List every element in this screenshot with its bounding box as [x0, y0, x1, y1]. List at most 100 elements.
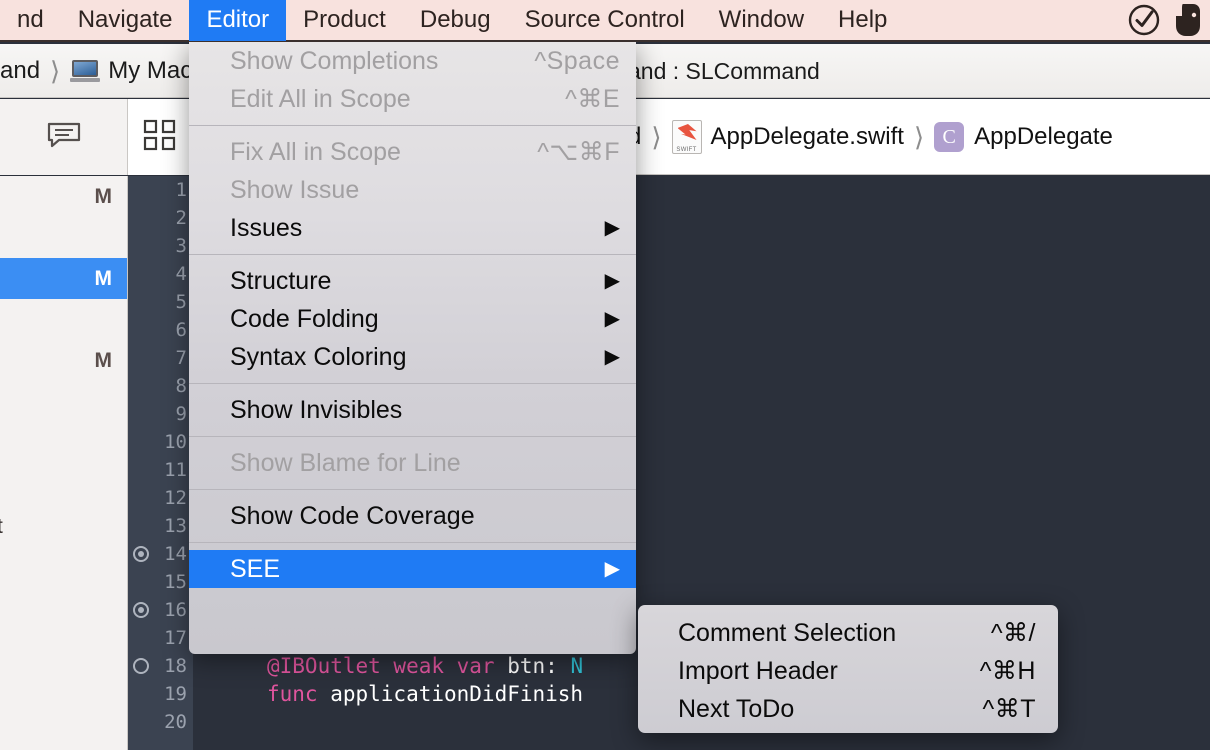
grid-icon[interactable] [143, 119, 177, 156]
menu-item-edit-all-in-scope: Edit All in Scope ^⌘E [189, 80, 636, 118]
scheme-name[interactable]: and [0, 57, 40, 85]
menubar-item-source-control[interactable]: Source Control [508, 0, 702, 41]
menubar-item-debug[interactable]: Debug [403, 0, 508, 41]
navigator-truncated-text: t [0, 515, 3, 539]
gutter-line[interactable]: 2 [128, 204, 193, 232]
gutter-line[interactable]: 5 [128, 288, 193, 316]
menu-separator [189, 383, 636, 384]
gutter-line-number: 11 [164, 459, 187, 481]
menubar-item-nd[interactable]: nd [0, 0, 61, 41]
submenu-item-import-header[interactable]: Import Header ^⌘H [638, 652, 1058, 690]
submenu-item-comment-selection[interactable]: Comment Selection ^⌘/ [638, 614, 1058, 652]
gutter-line[interactable]: 1 [128, 176, 193, 204]
gutter-line[interactable]: 10 [128, 428, 193, 456]
navigator-row[interactable]: M [0, 340, 127, 381]
chevron-right-icon-2: ⟩ [913, 121, 925, 152]
navigator-row-status: M [94, 184, 113, 208]
breakpoint-enabled-icon[interactable] [133, 602, 149, 618]
gutter-line-number: 2 [175, 207, 187, 229]
scheme-destination-group[interactable]: and ⟩ My Mac [0, 44, 192, 98]
breakpoint-enabled-icon[interactable] [133, 546, 149, 562]
gutter-line[interactable]: 20 [128, 708, 193, 736]
gutter-line-number: 9 [175, 403, 187, 425]
gutter-line-number: 16 [164, 599, 187, 621]
project-navigator[interactable]: t M M M [0, 176, 128, 750]
menubar-item-window[interactable]: Window [702, 0, 821, 41]
destination-name[interactable]: My Mac [108, 57, 192, 85]
editor-mode-pane[interactable] [128, 99, 192, 175]
submenu-item-label: Comment Selection [678, 618, 897, 647]
navigator-row[interactable] [0, 217, 127, 258]
menubar-item-help[interactable]: Help [821, 0, 904, 41]
menu-item-show-code-coverage[interactable]: Show Code Coverage [189, 497, 636, 535]
menubar-item-product[interactable]: Product [286, 0, 403, 41]
code-token: applicationDidFinish [330, 682, 584, 706]
editor-gutter[interactable]: 1 2 3 4 5 6 7 8 9 10 11 12 13 14 15 16 17 18 19 20 [128, 176, 193, 750]
gutter-line[interactable]: 11 [128, 456, 193, 484]
gutter-line-number: 20 [164, 711, 187, 733]
menubar-item-navigate[interactable]: Navigate [61, 0, 190, 41]
gutter-line[interactable]: 9 [128, 400, 193, 428]
gutter-line[interactable]: 19 [128, 680, 193, 708]
gutter-line[interactable]: 17 [128, 624, 193, 652]
gutter-line-number: 6 [175, 319, 187, 341]
navigator-filter-pane[interactable] [0, 99, 128, 175]
menu-item-show-completions: Show Completions ^Space [189, 42, 636, 80]
menu-item-fix-all-in-scope: Fix All in Scope ^⌥⌘F [189, 133, 636, 171]
menu-separator [189, 254, 636, 255]
gutter-line[interactable]: 12 [128, 484, 193, 512]
chevron-right-icon: ⟩ [651, 121, 662, 152]
comment-icon[interactable] [47, 122, 81, 153]
breadcrumb-symbol[interactable]: AppDelegate [974, 123, 1113, 151]
gutter-line[interactable]: 4 [128, 260, 193, 288]
gutter-line[interactable]: 18 [128, 652, 193, 680]
gutter-line-number: 7 [175, 347, 187, 369]
gutter-line-number: 5 [175, 291, 187, 313]
gutter-line[interactable]: 6 [128, 316, 193, 344]
gutter-line[interactable]: 15 [128, 568, 193, 596]
submenu-arrow-icon: ▶ [604, 346, 620, 368]
menu-item-syntax-coloring[interactable]: Syntax Coloring ▶ [189, 338, 636, 376]
menu-item-label: Issues [230, 213, 303, 242]
gutter-line[interactable]: 14 [128, 540, 193, 568]
menu-item-shortcut: ^Space [534, 46, 620, 75]
menu-item-structure[interactable]: Structure ▶ [189, 262, 636, 300]
navigator-row[interactable] [0, 299, 127, 340]
menu-item-label: Fix All in Scope [230, 137, 401, 166]
submenu-arrow-icon: ▶ [604, 270, 620, 292]
menu-item-issues[interactable]: Issues ▶ [189, 209, 636, 247]
menu-item-shortcut: ^⌘E [565, 85, 620, 113]
navigator-row[interactable]: M [0, 176, 127, 217]
navigator-row[interactable]: M [0, 258, 127, 299]
see-submenu[interactable]: Comment Selection ^⌘/ Import Header ^⌘H Next… [638, 605, 1058, 733]
gutter-line-number: 18 [164, 655, 187, 677]
swift-badge-label: SWIFT [676, 147, 697, 153]
submenu-item-next-todo[interactable]: Next ToDo ^⌘T [638, 690, 1058, 728]
menu-item-code-folding[interactable]: Code Folding ▶ [189, 300, 636, 338]
menu-separator [189, 542, 636, 543]
code-token: func [267, 682, 331, 706]
submenu-arrow-icon: ▶ [604, 217, 620, 239]
evernote-elephant-icon[interactable] [1166, 0, 1210, 41]
gutter-line-number: 14 [164, 543, 187, 565]
menubar-item-editor[interactable]: Editor [189, 0, 287, 41]
menu-item-show-blame-for-line: Show Blame for Line [189, 444, 636, 482]
gutter-line[interactable]: 3 [128, 232, 193, 260]
gutter-line-number: 13 [164, 515, 187, 537]
breadcrumb-file[interactable]: AppDelegate.swift [711, 123, 904, 151]
menu-item-show-invisibles[interactable]: Show Invisibles [189, 391, 636, 429]
gutter-line[interactable]: 7 [128, 344, 193, 372]
menu-bar: nd Navigate Editor Product Debug Source Contr… [0, 0, 1210, 42]
class-badge-icon: C [934, 122, 965, 152]
menu-item-see[interactable]: SEE ▶ [189, 550, 636, 588]
gutter-line[interactable]: 13 [128, 512, 193, 540]
menu-separator [189, 489, 636, 490]
gutter-line[interactable]: 16 [128, 596, 193, 624]
gutter-line[interactable]: 8 [128, 372, 193, 400]
editor-menu-dropdown[interactable]: Show Completions ^Space Edit All in Scope ^… [189, 42, 636, 654]
gutter-line-number: 17 [164, 627, 187, 649]
breakpoint-disabled-icon[interactable] [133, 658, 149, 674]
checkmark-circle-icon[interactable] [1122, 0, 1166, 41]
menu-item-show-issue: Show Issue [189, 171, 636, 209]
submenu-item-label: Import Header [678, 656, 838, 685]
